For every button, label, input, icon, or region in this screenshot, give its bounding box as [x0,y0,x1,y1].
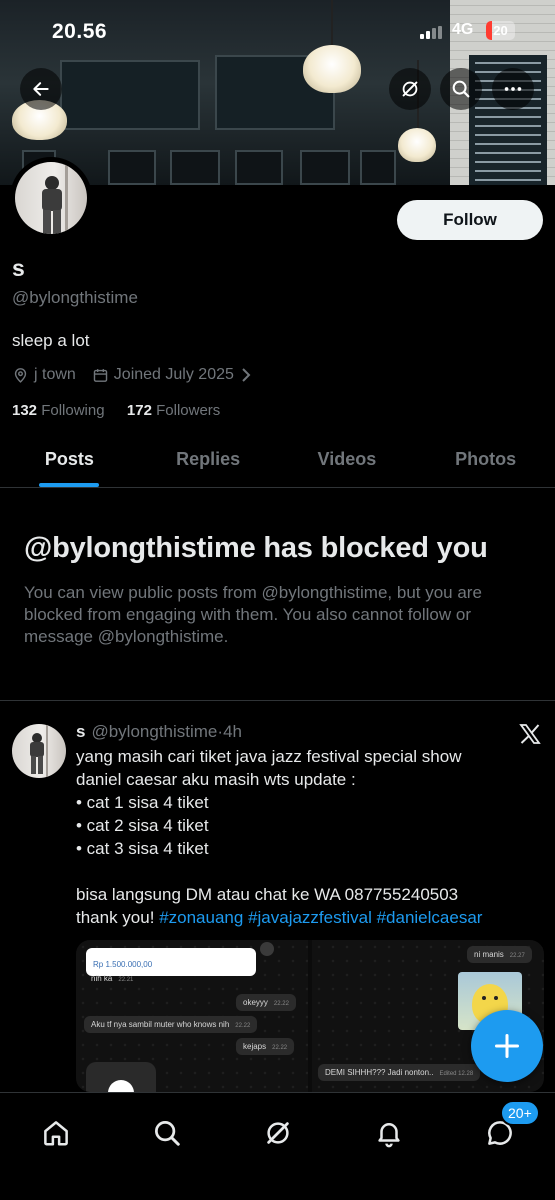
nav-grok[interactable] [256,1111,300,1155]
x-logo-icon [519,724,541,744]
chat-time: 22.22 [273,1001,289,1007]
chat-time: 22.22 [235,1023,251,1029]
more-dots-icon [504,87,522,91]
grok-icon [402,81,418,97]
battery-level: 20 [493,23,508,38]
hashtag-link[interactable]: #zonauang [159,908,243,927]
profile-avatar[interactable] [10,157,92,239]
search-button[interactable] [440,68,482,110]
arrow-left-icon [33,82,49,96]
bottom-nav [0,1092,555,1200]
nav-search[interactable] [145,1111,189,1155]
divider [0,700,555,701]
hashtag-link[interactable]: #javajazzfestival [248,908,372,927]
location-pin-icon [12,367,29,384]
profile-tabs: Posts Replies Videos Photos [0,440,555,488]
post-line: • cat 1 sisa 4 tiket [76,793,209,812]
followers-label: Followers [156,402,221,419]
nav-home[interactable] [34,1111,78,1155]
cellular-signal-icon [420,26,442,39]
post-line: daniel caesar aku masih wts update : [76,770,356,789]
chat-message: nih ka [91,974,113,983]
back-button[interactable] [20,68,62,110]
notifications-icon [378,1123,400,1148]
chevron-right-icon[interactable] [240,368,252,382]
followers-link[interactable]: 172 Followers [127,402,220,419]
post-line: • cat 2 sisa 4 tiket [76,816,209,835]
calendar-icon [92,367,109,384]
search-icon [155,1121,180,1146]
post-header: s @bylongthistime·4h [76,722,242,742]
profile-meta: j town Joined July 2025 [12,365,257,385]
nav-notifications[interactable] [367,1111,411,1155]
blocked-title: @bylongthistime has blocked you [24,532,488,564]
profile-name: s [12,255,25,281]
chat-time: 22.27 [509,953,525,959]
media-image-left[interactable]: Rp 1.500.000,00 nih ka 22.21 okeyyy 22.22 … [76,940,308,1092]
post-line: yang masih cari tiket java jazz festival… [76,747,462,766]
tab-videos[interactable]: Videos [278,440,417,487]
status-time: 20.56 [52,20,108,43]
blocked-text: You can view public posts from @bylongth… [24,583,482,646]
tab-photos[interactable]: Photos [416,440,555,487]
post-line: bisa langsung DM atau chat ke WA 0877552… [76,885,459,904]
post-author-handle[interactable]: @bylongthistime [91,722,217,741]
post-author-name[interactable]: s [76,722,85,741]
status-bar: 20.56 4G 20 [0,0,555,60]
chat-message: kejaps [243,1042,267,1051]
search-icon [452,80,470,98]
post-media[interactable]: Rp 1.500.000,00 nih ka 22.21 okeyyy 22.22 … [76,940,544,1092]
compose-post-button[interactable] [471,1010,543,1082]
messages-badge: 20+ [500,1100,540,1126]
chat-time: 22.22 [272,1045,288,1051]
chat-message: ni manis [474,950,504,959]
chat-message: DEMI SIHHH??? Jadi nonton.. [325,1068,434,1077]
transfer-amount: Rp 1.500.000,00 [93,960,153,969]
followers-count: 172 [126,402,152,419]
post-time[interactable]: 4h [223,722,242,741]
post-line: • cat 3 sisa 4 tiket [76,839,209,858]
more-button[interactable] [492,68,534,110]
following-label: Following [41,402,105,419]
profile-bio: sleep a lot [12,331,90,350]
profile-location: j town [34,366,76,383]
profile-stats: 132 Following 172 Followers [12,402,220,419]
tab-posts[interactable]: Posts [0,440,139,487]
plus-icon [494,1033,520,1059]
profile-handle: @bylongthistime [12,288,138,307]
battery-icon: 20 [486,21,515,40]
chat-message: okeyyy [243,998,268,1007]
grok-button[interactable] [389,68,431,110]
following-link[interactable]: 132 Following [12,402,105,419]
hashtag-link[interactable]: #danielcaesar [377,908,483,927]
chat-time: 22.21 [118,977,134,983]
grok-icon [267,1122,289,1144]
home-icon [44,1121,68,1146]
post-text: yang masih cari tiket java jazz festival… [76,745,546,929]
following-count: 132 [12,402,38,419]
post-line: thank you! [76,908,155,927]
network-type: 4G [452,21,474,38]
follow-button[interactable]: Follow [397,200,543,240]
profile-joined[interactable]: Joined July 2025 [114,366,234,384]
post-avatar[interactable] [12,724,66,778]
chat-time: Edited 12.28 [439,1071,474,1077]
tab-replies[interactable]: Replies [139,440,278,487]
chat-message: Aku tf nya sambil muter who knows nih [91,1020,230,1029]
